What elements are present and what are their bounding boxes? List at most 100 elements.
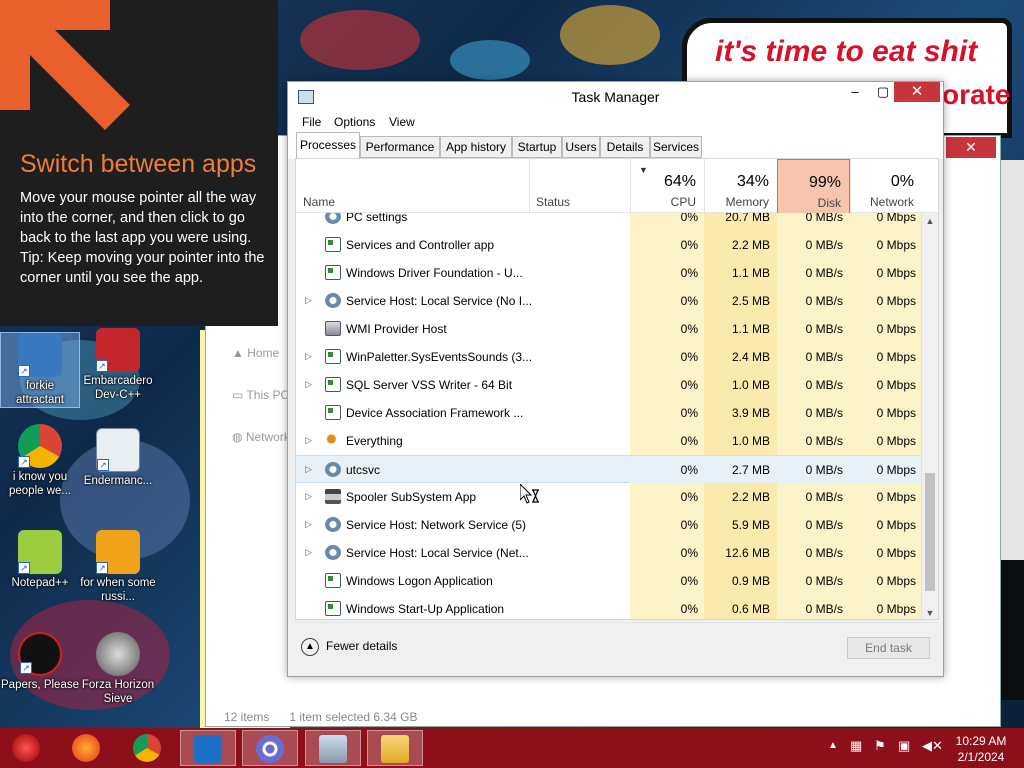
close-button[interactable]: ✕ <box>894 82 940 102</box>
process-cpu: 0% <box>680 602 698 616</box>
process-row[interactable]: ▷ WinPaletter.SysEventsSounds (3... 0% 2.4 … <box>296 343 922 371</box>
process-network: 0 Mbps <box>876 490 916 504</box>
scroll-up-icon[interactable]: ▲ <box>922 213 938 229</box>
process-cpu: 0% <box>680 266 698 280</box>
scroll-down-icon[interactable]: ▼ <box>922 605 938 619</box>
menu-options[interactable]: Options <box>334 115 375 129</box>
scrollbar-thumb[interactable] <box>925 473 935 591</box>
process-network: 0 Mbps <box>876 463 916 477</box>
column-disk[interactable]: 99% Disk <box>777 159 850 213</box>
desktop-icon-chrome-shortcut[interactable]: ↗ i know you people we... <box>0 424 80 498</box>
process-row[interactable]: ▷ Service Host: Network Service (5) 0% 5.9 … <box>296 511 922 539</box>
taskbar-task-manager[interactable] <box>305 730 361 766</box>
process-name: Spooler SubSystem App <box>346 490 477 504</box>
taskbar-outlook[interactable] <box>180 730 236 766</box>
action-center-icon[interactable]: ▦ <box>850 738 862 754</box>
expand-chevron-icon[interactable]: ▷ <box>305 547 312 558</box>
column-header-row: ▼ Name Status 64% CPU 34% Memory 99% Dis… <box>296 159 938 213</box>
desktop-icon-notepadpp[interactable]: ↗ Notepad++ <box>0 530 80 590</box>
expand-chevron-icon[interactable]: ▷ <box>305 519 312 530</box>
process-disk: 0 MB/s <box>805 574 843 588</box>
process-cpu: 0% <box>680 294 698 308</box>
firefox-icon <box>72 734 100 762</box>
switch-apps-tip-panel: Switch between apps Move your mouse poin… <box>0 0 278 326</box>
vertical-scrollbar[interactable]: ▲ ▼ <box>921 213 938 619</box>
process-row[interactable]: Device Association Framework ... 0% 3.9 MB… <box>296 399 922 427</box>
flag-icon[interactable]: ⚑ <box>874 738 886 754</box>
process-memory: 12.6 MB <box>725 546 770 560</box>
process-row[interactable]: Services and Controller app 0% 2.2 MB 0 MB/… <box>296 231 922 259</box>
process-disk: 0 MB/s <box>805 406 843 420</box>
menu-view[interactable]: View <box>389 115 415 129</box>
start-button[interactable] <box>0 730 52 766</box>
volume-muted-icon[interactable]: ◀✕ <box>922 738 943 754</box>
process-row[interactable]: ▷ Spooler SubSystem App 0% 2.2 MB 0 MB/s 0 Mb… <box>296 483 922 511</box>
taskbar-settings[interactable] <box>242 730 298 766</box>
process-row[interactable]: ▷ Everything 0% 1.0 MB 0 MB/s 0 Mbps <box>296 427 922 455</box>
column-cpu[interactable]: 64% CPU <box>630 159 704 213</box>
explorer-nav-home[interactable]: ▲ Home <box>232 346 279 360</box>
window-icon <box>325 573 341 588</box>
expand-chevron-icon[interactable]: ▷ <box>305 351 312 362</box>
tab-services[interactable]: Services <box>650 136 702 158</box>
tab-users[interactable]: Users <box>562 136 600 158</box>
tab-processes[interactable]: Processes <box>296 132 360 159</box>
tab-strip: Processes Performance App history Startu… <box>288 132 943 159</box>
expand-chevron-icon[interactable]: ▷ <box>305 295 312 306</box>
expand-chevron-icon[interactable]: ▷ <box>305 464 312 475</box>
process-row[interactable]: ▷ SQL Server VSS Writer - 64 Bit 0% 1.0 MB 0… <box>296 371 922 399</box>
process-row[interactable]: ▷ Service Host: Local Service (No I... 0% 2… <box>296 287 922 315</box>
desktop-icon-endermanch[interactable]: ↗ Endermanc... <box>78 428 158 488</box>
process-disk: 0 MB/s <box>805 294 843 308</box>
bubble-text-2: orate <box>942 79 1011 110</box>
menu-file[interactable]: File <box>302 115 321 129</box>
tab-details[interactable]: Details <box>600 136 650 158</box>
process-cpu: 0% <box>680 490 698 504</box>
process-name: Service Host: Local Service (No I... <box>346 294 533 308</box>
process-row[interactable]: PC settings 0% 20.7 MB 0 MB/s 0 Mbps <box>296 213 922 231</box>
taskbar-clock[interactable]: 10:29 AM 2/1/2024 <box>948 733 1014 765</box>
explorer-nav-network[interactable]: ◍ Network <box>232 430 290 444</box>
column-status[interactable]: Status <box>529 159 630 213</box>
end-task-button[interactable]: End task <box>847 637 930 659</box>
notepadpp-icon: ↗ <box>18 530 62 574</box>
task-manager-icon <box>319 735 347 763</box>
process-network: 0 Mbps <box>876 602 916 616</box>
taskbar-firefox[interactable] <box>58 730 114 766</box>
gear-icon <box>325 517 341 532</box>
network-icon[interactable]: ▣ <box>898 738 910 754</box>
process-row[interactable]: Windows Driver Foundation - U... 0% 1.1 MB… <box>296 259 922 287</box>
show-hidden-icons-chevron-icon[interactable]: ▲ <box>828 740 838 751</box>
process-cpu: 0% <box>680 518 698 532</box>
explorer-nav-this-pc[interactable]: ▭ This PC <box>232 388 289 402</box>
column-network[interactable]: 0% Network <box>850 159 922 213</box>
tab-app-history[interactable]: App history <box>440 136 512 158</box>
desktop-icon-devcpp[interactable]: ↗ Embarcadero Dev-C++ <box>78 328 158 402</box>
desktop-icon-forkie[interactable]: ↗ forkie attractant <box>0 332 80 408</box>
taskbar-file-explorer[interactable] <box>367 730 423 766</box>
desktop-icon-forza[interactable]: Forza Horizon Sieve <box>78 632 158 706</box>
process-row[interactable]: ▷ Service Host: Local Service (Net... 0% 12… <box>296 539 922 567</box>
column-name[interactable]: Name <box>303 195 335 209</box>
explorer-close-button[interactable]: ✕ <box>946 137 996 158</box>
process-row[interactable]: ▷ utcsvc 0% 2.7 MB 0 MB/s 0 Mbps <box>296 455 922 484</box>
process-row[interactable]: Windows Logon Application 0% 0.9 MB 0 MB/s 0… <box>296 567 922 595</box>
process-memory: 1.1 MB <box>731 322 770 336</box>
expand-chevron-icon[interactable]: ▷ <box>305 491 312 502</box>
desktop-icon-for-when[interactable]: ↗ for when some russi... <box>78 530 158 604</box>
process-row[interactable]: Windows Start-Up Application 0% 0.6 MB 0 MB… <box>296 595 922 619</box>
process-cpu: 0% <box>680 546 698 560</box>
column-memory[interactable]: 34% Memory <box>704 159 777 213</box>
expand-chevron-icon[interactable]: ▷ <box>305 435 312 446</box>
task-manager-window[interactable]: Task Manager – ▢ ✕ File Options View Pro… <box>287 81 944 677</box>
process-name: Service Host: Local Service (Net... <box>346 546 529 560</box>
title-bar[interactable]: Task Manager – ▢ ✕ <box>288 82 943 112</box>
desktop-icon-papers-please[interactable]: ↗ Papers, Please <box>0 632 80 692</box>
expand-chevron-icon[interactable]: ▷ <box>305 379 312 390</box>
process-row[interactable]: WMI Provider Host 0% 1.1 MB 0 MB/s 0 Mbps <box>296 315 922 343</box>
tab-startup[interactable]: Startup <box>512 136 562 158</box>
tab-performance[interactable]: Performance <box>360 136 440 158</box>
taskbar-chrome[interactable] <box>119 730 175 766</box>
fewer-details-button[interactable]: ▲ Fewer details <box>301 638 397 656</box>
minimize-button[interactable]: – <box>840 82 870 102</box>
